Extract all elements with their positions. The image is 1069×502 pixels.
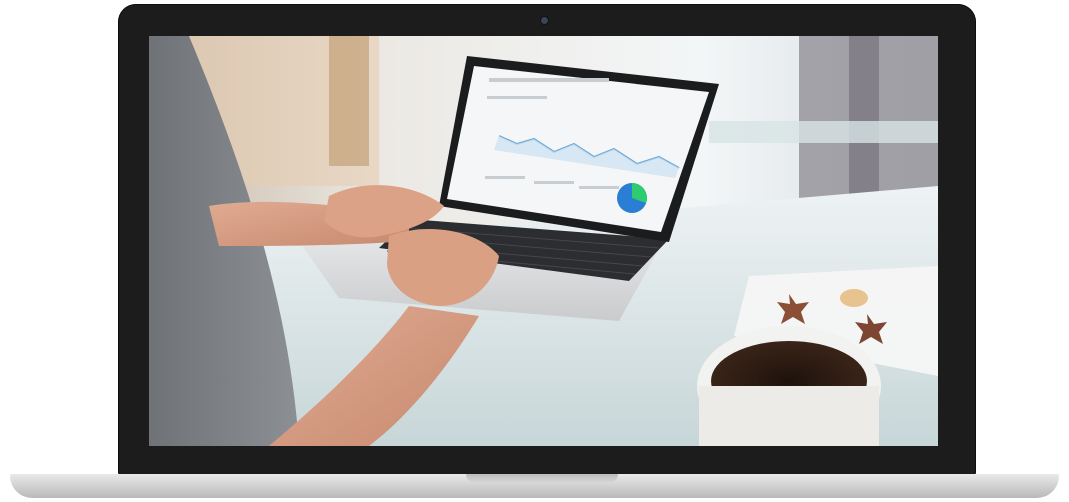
webcam-icon [541,17,548,24]
laptop-screen [149,36,938,446]
coffee-cup [697,326,881,446]
photo-pie-chart [617,183,647,213]
laptop-opening-notch [466,474,618,483]
screen-photo [149,36,938,446]
cookie-light [840,289,868,307]
